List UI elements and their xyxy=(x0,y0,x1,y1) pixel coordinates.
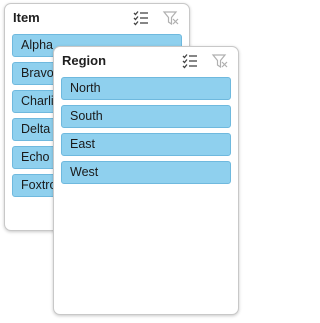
canvas: Item Alpha Bravo Charlie Delta Echo Foxt… xyxy=(0,0,250,323)
item-slicer-header: Item xyxy=(5,4,189,32)
region-slicer-list: North South East West xyxy=(61,77,231,189)
region-slicer-header: Region xyxy=(54,47,238,75)
slicer-item-north[interactable]: North xyxy=(61,77,231,100)
item-slicer-title: Item xyxy=(13,10,40,25)
multi-select-icon[interactable] xyxy=(132,9,150,27)
slicer-item-west[interactable]: West xyxy=(61,161,231,184)
slicer-item-south[interactable]: South xyxy=(61,105,231,128)
region-slicer[interactable]: Region North South East West xyxy=(53,46,239,315)
clear-filter-icon[interactable] xyxy=(162,9,180,27)
region-slicer-title: Region xyxy=(62,53,107,68)
multi-select-icon[interactable] xyxy=(181,52,199,70)
slicer-item-east[interactable]: East xyxy=(61,133,231,156)
clear-filter-icon[interactable] xyxy=(211,52,229,70)
